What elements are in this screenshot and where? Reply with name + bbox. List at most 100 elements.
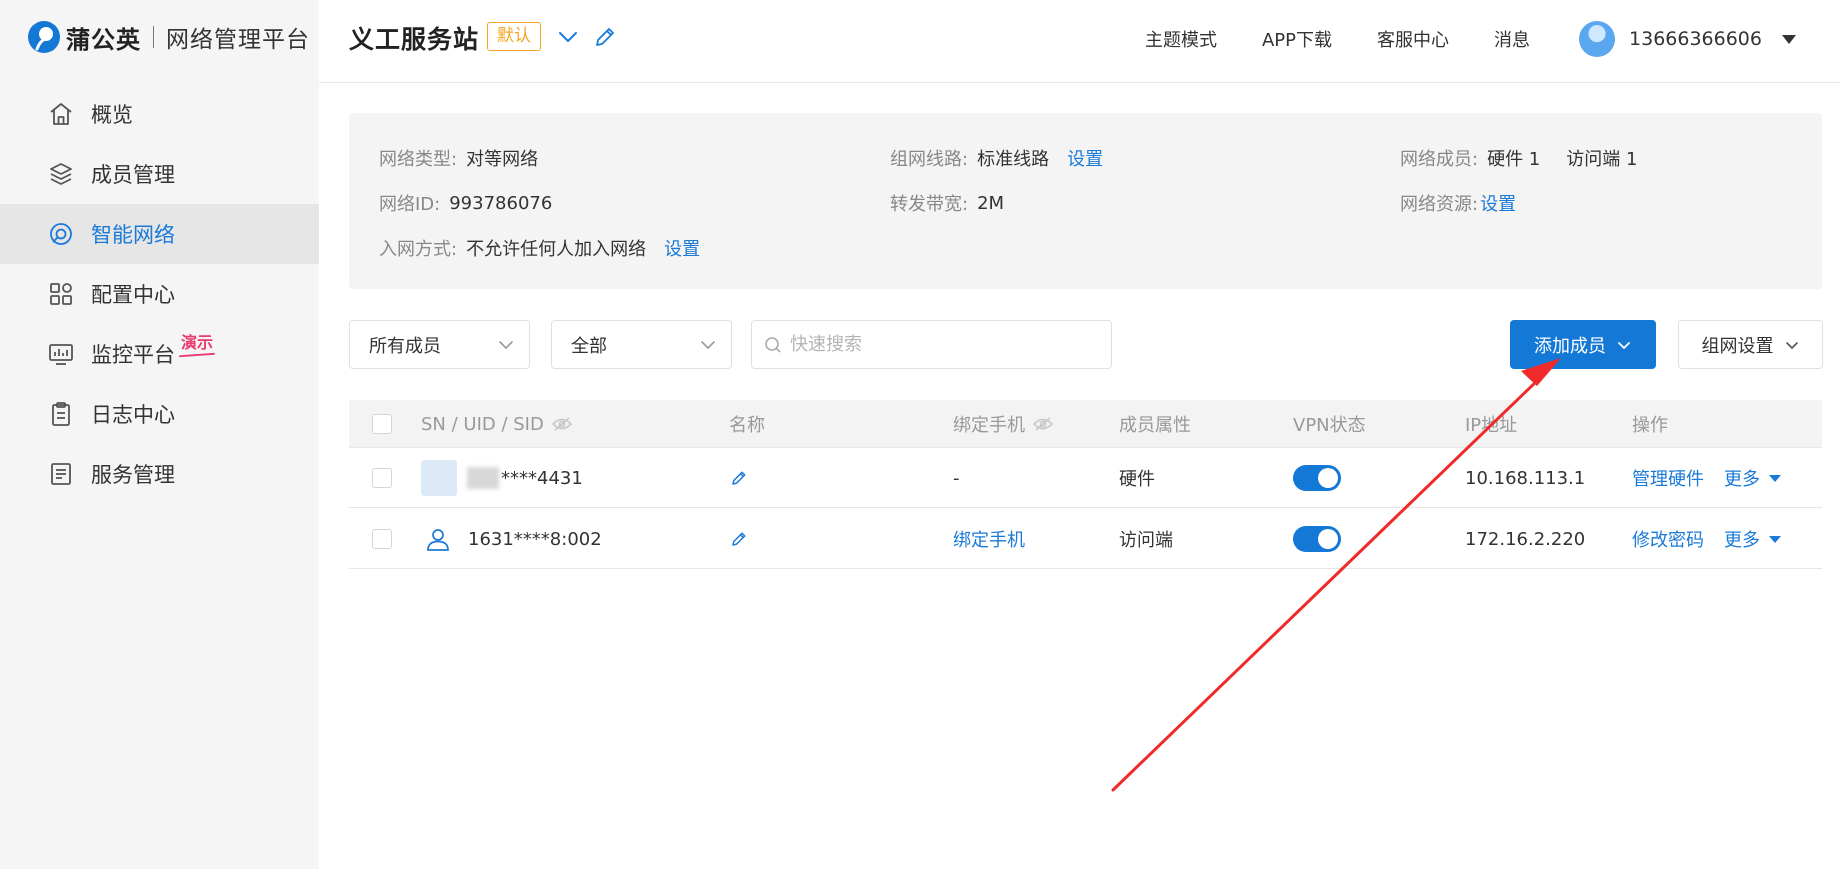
app-download-link[interactable]: APP下载: [1262, 26, 1332, 52]
caret-down-icon: [1782, 34, 1796, 44]
clipboard-icon: [52, 402, 70, 426]
manage-hardware-link[interactable]: 管理硬件: [1632, 465, 1704, 491]
sidebar-item-services[interactable]: 服务管理: [0, 444, 319, 504]
layers-icon: [50, 163, 72, 185]
attr-cell: 访问端: [1119, 530, 1173, 551]
network-info-card: 网络类型: 对等网络 网络ID: 993786076 入网方式: 不允许任何人加…: [349, 113, 1822, 289]
name-cell: [730, 509, 748, 569]
route-info: 组网线路: 标准线路 设置: [890, 145, 1103, 171]
sidebar-item-logs[interactable]: 日志中心: [0, 384, 319, 444]
more-link[interactable]: 更多: [1724, 465, 1760, 491]
info-label: 入网方式:: [379, 239, 458, 260]
edit-icon[interactable]: [592, 24, 618, 50]
vpn-toggle[interactable]: [1293, 526, 1341, 552]
add-member-button[interactable]: 添加成员: [1510, 320, 1656, 369]
search-input[interactable]: [790, 334, 1090, 355]
actions-cell: 修改密码 更多: [1632, 509, 1781, 569]
info-value: 不允许任何人加入网络: [466, 239, 647, 260]
column-header-attr: 成员属性: [1119, 415, 1191, 436]
info-value: 对等网络: [466, 149, 539, 170]
network-type-info: 网络类型: 对等网络: [379, 145, 538, 171]
column-header-id: SN / UID / SID: [421, 400, 572, 448]
network-settings-button[interactable]: 组网设置: [1678, 320, 1823, 369]
button-label: 添加成员: [1534, 335, 1606, 357]
button-label: 组网设置: [1701, 335, 1774, 357]
edit-name-icon[interactable]: [730, 530, 748, 548]
vpn-cell: [1293, 509, 1341, 569]
user-icon: [427, 529, 449, 551]
table-row: ****4431 - 硬件 10.168.113.1 管理硬件 更多: [349, 448, 1822, 508]
sidebar-item-label: 智能网络: [91, 223, 175, 247]
change-password-link[interactable]: 修改密码: [1632, 526, 1704, 552]
join-method-settings-link[interactable]: 设置: [664, 235, 700, 261]
info-label: 组网线路:: [890, 149, 969, 170]
info-label: 网络类型:: [379, 149, 458, 170]
brand-name: 蒲公英: [66, 25, 141, 54]
member-id-cell: 1631****8:002: [425, 509, 602, 569]
document-icon: [51, 463, 71, 485]
member-id-cell: ****4431: [421, 448, 583, 508]
type-filter-select[interactable]: 全部: [551, 320, 732, 369]
row-checkbox[interactable]: [372, 529, 392, 549]
sidebar-item-label: 监控平台: [91, 343, 175, 367]
brand[interactable]: 蒲公英 网络管理平台: [26, 18, 310, 56]
ip-cell: 172.16.2.220: [1465, 528, 1586, 550]
sidebar-item-monitoring[interactable]: 监控平台 演示: [0, 324, 319, 384]
dandelion-logo-icon: [28, 21, 60, 53]
caret-down-icon: [1769, 535, 1781, 543]
members-table-header: SN / UID / SID 名称 绑定手机 成员属性 VPN状态 IP地址 操…: [349, 400, 1822, 448]
column-header-ip: IP地址: [1465, 415, 1518, 436]
sidebar-item-smart-network[interactable]: 智能网络: [0, 204, 319, 264]
client-count: 访问端 1: [1566, 149, 1638, 170]
default-tag: 默认: [487, 22, 541, 51]
info-value: 2M: [977, 192, 1005, 214]
theme-mode-link[interactable]: 主题模式: [1145, 26, 1217, 52]
column-header-phone: 绑定手机: [953, 400, 1053, 448]
eye-icon[interactable]: [1033, 417, 1053, 431]
eye-icon[interactable]: [551, 417, 572, 431]
user-menu[interactable]: 13666366606: [1579, 21, 1796, 57]
sidebar-item-config-center[interactable]: 配置中心: [0, 264, 319, 324]
chevron-down-icon: [701, 341, 715, 350]
actions-cell: 管理硬件 更多: [1632, 448, 1781, 508]
search-icon: [765, 336, 781, 353]
route-settings-link[interactable]: 设置: [1067, 145, 1103, 171]
station-name: 义工服务站: [349, 25, 480, 54]
sidebar-item-label: 成员管理: [91, 163, 175, 187]
top-header: 义工服务站 默认 主题模式 APP下载 客服中心 消息 13666366606: [319, 0, 1840, 83]
customer-service-link[interactable]: 客服中心: [1377, 26, 1449, 52]
select-all-checkbox[interactable]: [372, 414, 392, 434]
search-box: [751, 320, 1112, 369]
grid-icon: [50, 283, 72, 305]
chevron-down-icon[interactable]: [555, 24, 581, 50]
sidebar-item-members[interactable]: 成员管理: [0, 144, 319, 204]
caret-down-icon: [1769, 474, 1781, 482]
member-id: ****4431: [501, 467, 583, 489]
row-checkbox[interactable]: [372, 468, 392, 488]
edit-name-icon[interactable]: [730, 469, 748, 487]
sidebar: 蒲公英 网络管理平台 概览 成员管理 智能网络 配置中心 监控平台 演示 日志中…: [0, 0, 319, 869]
resources-settings-link[interactable]: 设置: [1480, 190, 1516, 216]
name-cell: [730, 448, 748, 508]
hardware-thumbnail: [421, 460, 457, 496]
column-header-vpn: VPN状态: [1293, 415, 1366, 436]
messages-link[interactable]: 消息: [1494, 26, 1530, 52]
info-label: 转发带宽:: [890, 194, 969, 215]
bind-phone-link[interactable]: 绑定手机: [953, 526, 1025, 552]
more-link[interactable]: 更多: [1724, 526, 1760, 552]
monitor-icon: [49, 344, 73, 365]
member-filter-select[interactable]: 所有成员: [349, 320, 530, 369]
phone-cell: 绑定手机: [953, 509, 1025, 569]
home-icon: [50, 103, 72, 125]
network-icon: [50, 223, 72, 245]
sidebar-item-overview[interactable]: 概览: [0, 84, 319, 144]
chevron-down-icon: [1618, 341, 1630, 349]
info-label: 网络成员:: [1400, 149, 1479, 170]
info-value: 标准线路: [977, 149, 1050, 170]
sidebar-item-label: 日志中心: [91, 403, 175, 427]
vpn-toggle[interactable]: [1293, 465, 1341, 491]
redacted-blur: [467, 467, 499, 489]
info-label: 网络ID:: [379, 194, 441, 215]
select-value: 全部: [571, 335, 607, 357]
header-links: 主题模式 APP下载 客服中心 消息 13666366606: [1145, 0, 1840, 78]
